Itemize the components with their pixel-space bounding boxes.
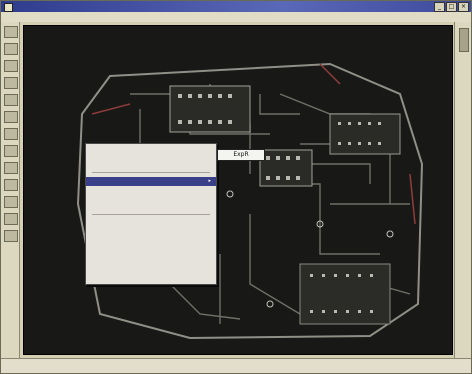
chip-region: [169, 85, 251, 133]
context-menu-item[interactable]: [86, 159, 216, 168]
tool-button[interactable]: [4, 213, 18, 225]
tool-button[interactable]: [4, 179, 18, 191]
maximize-button[interactable]: □: [446, 2, 457, 12]
chip-region: [299, 263, 391, 325]
context-menu-item[interactable]: [86, 241, 216, 250]
chip-region: [329, 113, 401, 155]
context-menu-item[interactable]: [86, 201, 216, 210]
submenu-tooltip: ExpR: [217, 149, 265, 161]
context-menu-item[interactable]: [86, 148, 216, 157]
context-menu-item-selected[interactable]: ▸: [86, 177, 216, 186]
app-window: _ □ × ▸ ExpR: [0, 0, 472, 374]
tool-button[interactable]: [4, 77, 18, 89]
tool-button[interactable]: [4, 162, 18, 174]
context-menu-item[interactable]: [86, 230, 216, 239]
context-menu-item[interactable]: [86, 219, 216, 228]
menu-separator: [92, 214, 210, 215]
window-controls: _ □ ×: [434, 2, 469, 12]
title-bar: _ □ ×: [1, 1, 471, 12]
context-menu-item[interactable]: [86, 263, 216, 272]
context-menu-item[interactable]: [86, 273, 216, 282]
context-menu-item[interactable]: [86, 190, 216, 199]
app-icon: [4, 3, 13, 12]
tool-button[interactable]: [4, 43, 18, 55]
tool-button[interactable]: [4, 230, 18, 242]
vertical-scrollbar[interactable]: [454, 22, 471, 359]
minimize-button[interactable]: _: [434, 2, 445, 12]
tool-button[interactable]: [4, 26, 18, 38]
tool-button[interactable]: [4, 145, 18, 157]
tool-button[interactable]: [4, 60, 18, 72]
close-button[interactable]: ×: [458, 2, 469, 12]
chip-region: [259, 149, 313, 187]
context-menu: ▸: [85, 143, 217, 285]
tool-button[interactable]: [4, 196, 18, 208]
context-menu-item[interactable]: [86, 252, 216, 261]
tool-button[interactable]: [4, 94, 18, 106]
tool-palette: [1, 22, 20, 359]
tool-button[interactable]: [4, 111, 18, 123]
scrollbar-thumb[interactable]: [459, 28, 469, 52]
status-bar: [1, 358, 471, 373]
tool-button[interactable]: [4, 128, 18, 140]
submenu-arrow-icon: ▸: [208, 178, 211, 184]
menu-separator: [92, 172, 210, 173]
menu-bar: [1, 12, 471, 22]
